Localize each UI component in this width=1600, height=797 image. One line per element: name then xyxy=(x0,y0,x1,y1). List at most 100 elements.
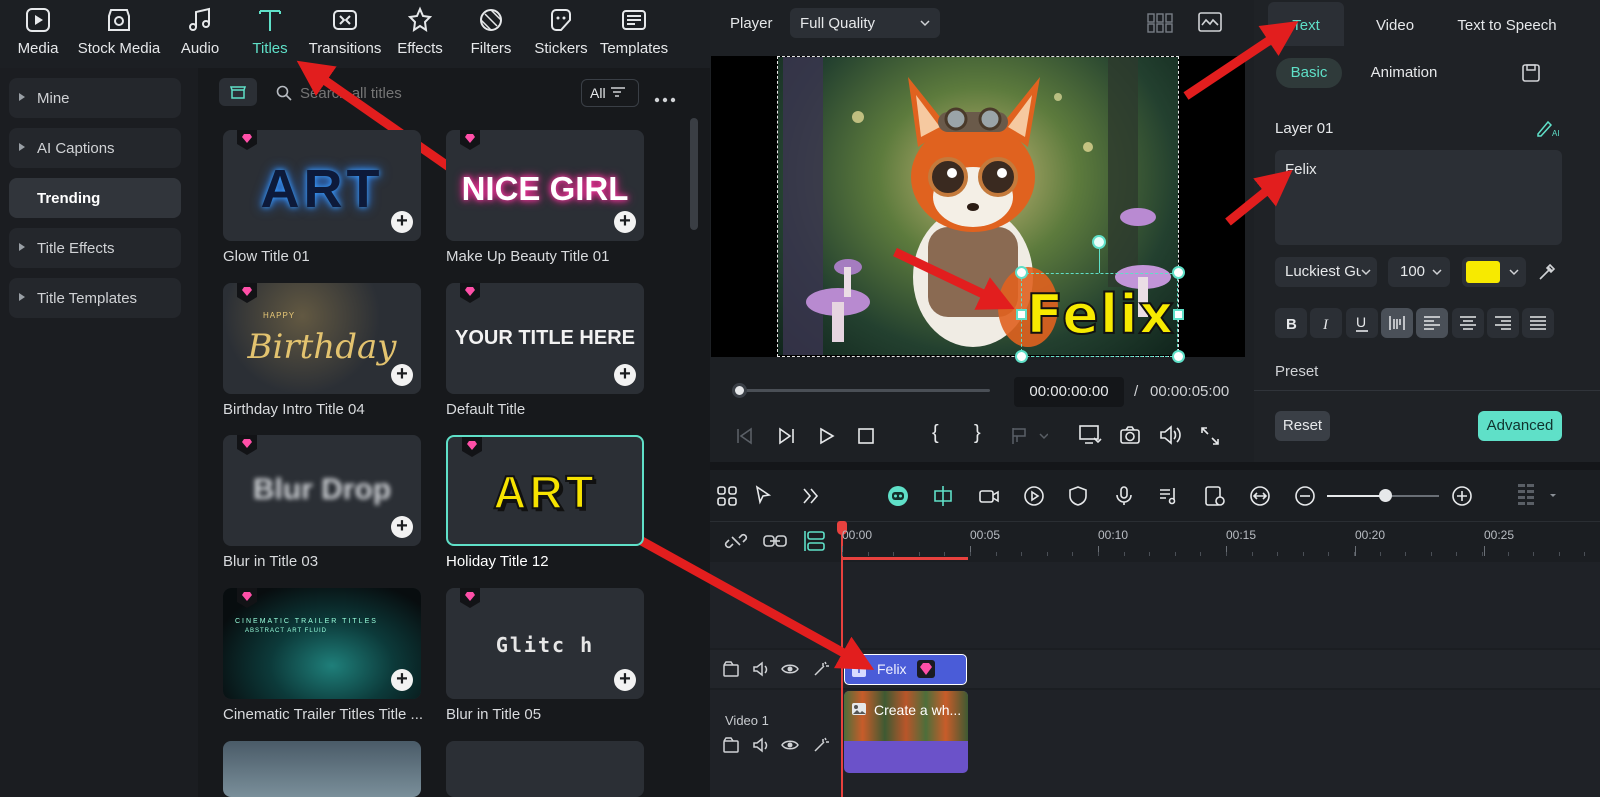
track-align-icon[interactable] xyxy=(803,529,827,553)
video-track-visibility-eye-icon[interactable] xyxy=(781,736,799,754)
mark-in-icon[interactable]: { xyxy=(932,422,939,445)
snapshot-camera-icon[interactable] xyxy=(1119,424,1141,446)
resize-handle-br[interactable] xyxy=(1172,350,1185,363)
ai-pen-icon[interactable]: AI xyxy=(1536,118,1560,138)
title-track-visibility-eye-icon[interactable] xyxy=(781,660,799,678)
align-left-button[interactable] xyxy=(1416,308,1449,338)
text-content-field[interactable]: Felix xyxy=(1275,150,1562,245)
title-track-folder-icon[interactable] xyxy=(722,660,740,678)
video-clip[interactable]: Create a wh... xyxy=(844,691,968,773)
title-track-volume-icon[interactable] xyxy=(752,660,770,678)
reset-button[interactable]: Reset xyxy=(1275,411,1330,441)
resize-handle-bl[interactable] xyxy=(1015,350,1028,363)
mark-out-icon[interactable]: } xyxy=(974,422,981,445)
add-title-button[interactable]: + xyxy=(614,211,636,233)
unlink-icon[interactable] xyxy=(724,529,748,553)
volume-icon[interactable] xyxy=(1158,424,1182,446)
progress-knob[interactable] xyxy=(732,383,747,398)
tab-templates[interactable]: Templates xyxy=(584,6,684,64)
quality-dropdown[interactable]: Full Quality xyxy=(790,8,940,38)
title-card[interactable] xyxy=(446,741,644,797)
microphone-icon[interactable] xyxy=(1112,484,1136,508)
next-frame-icon[interactable] xyxy=(776,426,796,446)
zoom-out-icon[interactable] xyxy=(1294,485,1316,507)
title-card[interactable]: Blur Drop + xyxy=(223,435,421,546)
video-track-folder-icon[interactable] xyxy=(722,736,740,754)
filter-all-button[interactable]: All xyxy=(581,79,639,107)
bold-button[interactable]: B xyxy=(1275,308,1307,338)
title-clip[interactable]: T Felix xyxy=(844,654,967,685)
more-tools-icon[interactable] xyxy=(799,484,823,508)
resize-handle-tr[interactable] xyxy=(1172,266,1185,279)
underline-button[interactable]: U xyxy=(1345,308,1378,338)
text-overlay[interactable]: Felix xyxy=(1018,280,1183,350)
grid-view-icon[interactable] xyxy=(1147,12,1173,34)
sidebar-item-title-templates[interactable]: Title Templates xyxy=(9,278,181,318)
sidebar-item-ai-captions[interactable]: AI Captions xyxy=(9,128,181,168)
add-title-button[interactable]: + xyxy=(391,364,413,386)
font-dropdown[interactable]: Luckiest Gu xyxy=(1275,257,1377,287)
title-card[interactable]: NICE GIRL + xyxy=(446,130,644,241)
subtab-basic[interactable]: Basic xyxy=(1276,58,1342,88)
title-card[interactable] xyxy=(223,741,421,797)
shield-icon[interactable] xyxy=(1066,484,1090,508)
align-right-button[interactable] xyxy=(1486,308,1519,338)
eyedropper-icon[interactable] xyxy=(1537,262,1557,282)
justify-button[interactable] xyxy=(1522,308,1555,338)
select-cursor-icon[interactable] xyxy=(752,484,776,508)
fit-width-icon[interactable] xyxy=(1248,484,1272,508)
title-card[interactable]: Glitc h + xyxy=(446,588,644,699)
fullscreen-icon[interactable] xyxy=(1200,426,1220,446)
add-title-button[interactable]: + xyxy=(391,211,413,233)
more-options-icon[interactable] xyxy=(654,90,676,103)
font-size-dropdown[interactable]: 100 xyxy=(1388,257,1450,287)
resize-handle-l[interactable] xyxy=(1016,309,1027,320)
prev-frame-icon[interactable] xyxy=(735,426,755,446)
camera-record-icon[interactable] xyxy=(977,484,1001,508)
sidebar-item-trending[interactable]: Trending xyxy=(9,178,181,218)
video-track-magic-wand-icon[interactable] xyxy=(812,736,830,754)
display-settings-icon[interactable] xyxy=(1078,424,1102,446)
marker-icon[interactable] xyxy=(1010,426,1048,446)
video-track-volume-icon[interactable] xyxy=(752,736,770,754)
add-title-button[interactable]: + xyxy=(391,516,413,538)
title-card[interactable]: HAPPY Birthday + xyxy=(223,283,421,394)
store-button[interactable] xyxy=(219,78,257,106)
tab-text-to-speech[interactable]: Text to Speech xyxy=(1448,17,1566,34)
color-picker[interactable] xyxy=(1462,257,1526,287)
ai-robot-icon[interactable] xyxy=(886,484,910,508)
audio-track-icon[interactable] xyxy=(1157,484,1181,508)
layout-grid-icon[interactable] xyxy=(1516,482,1556,510)
auto-sync-icon[interactable] xyxy=(1203,484,1227,508)
sidebar-item-mine[interactable]: Mine xyxy=(9,78,181,118)
zoom-slider-knob[interactable] xyxy=(1379,489,1392,502)
tab-video[interactable]: Video xyxy=(1365,17,1425,34)
progress-track[interactable] xyxy=(740,389,990,392)
italic-button[interactable]: I xyxy=(1310,308,1343,338)
speed-icon[interactable] xyxy=(1022,484,1046,508)
search-input[interactable] xyxy=(300,80,570,106)
title-track-magic-wand-icon[interactable] xyxy=(812,660,830,678)
advanced-button[interactable]: Advanced xyxy=(1478,411,1562,441)
title-card[interactable]: ART + xyxy=(223,130,421,241)
multi-view-icon[interactable] xyxy=(715,484,739,508)
subtab-animation[interactable]: Animation xyxy=(1362,64,1446,81)
library-scrollbar[interactable] xyxy=(690,118,698,230)
sidebar-item-title-effects[interactable]: Title Effects xyxy=(9,228,181,268)
stop-icon[interactable] xyxy=(856,426,876,446)
resize-handle-tl[interactable] xyxy=(1015,266,1028,279)
play-icon[interactable] xyxy=(816,426,836,446)
add-title-button[interactable]: + xyxy=(614,364,636,386)
split-edit-icon[interactable] xyxy=(931,484,955,508)
save-preset-icon[interactable] xyxy=(1521,63,1541,83)
waveform-monitor-icon[interactable] xyxy=(1198,12,1222,32)
align-center-button[interactable] xyxy=(1451,308,1484,338)
rotate-handle[interactable] xyxy=(1092,235,1106,249)
character-spacing-button[interactable] xyxy=(1380,308,1413,338)
title-card[interactable]: YOUR TITLE HERE + xyxy=(446,283,644,394)
current-time[interactable]: 00:00:00:00 xyxy=(1014,377,1124,407)
zoom-in-icon[interactable] xyxy=(1451,485,1473,507)
add-title-button[interactable]: + xyxy=(614,669,636,691)
title-card[interactable]: ART xyxy=(446,435,644,546)
link-icon[interactable] xyxy=(762,531,788,551)
